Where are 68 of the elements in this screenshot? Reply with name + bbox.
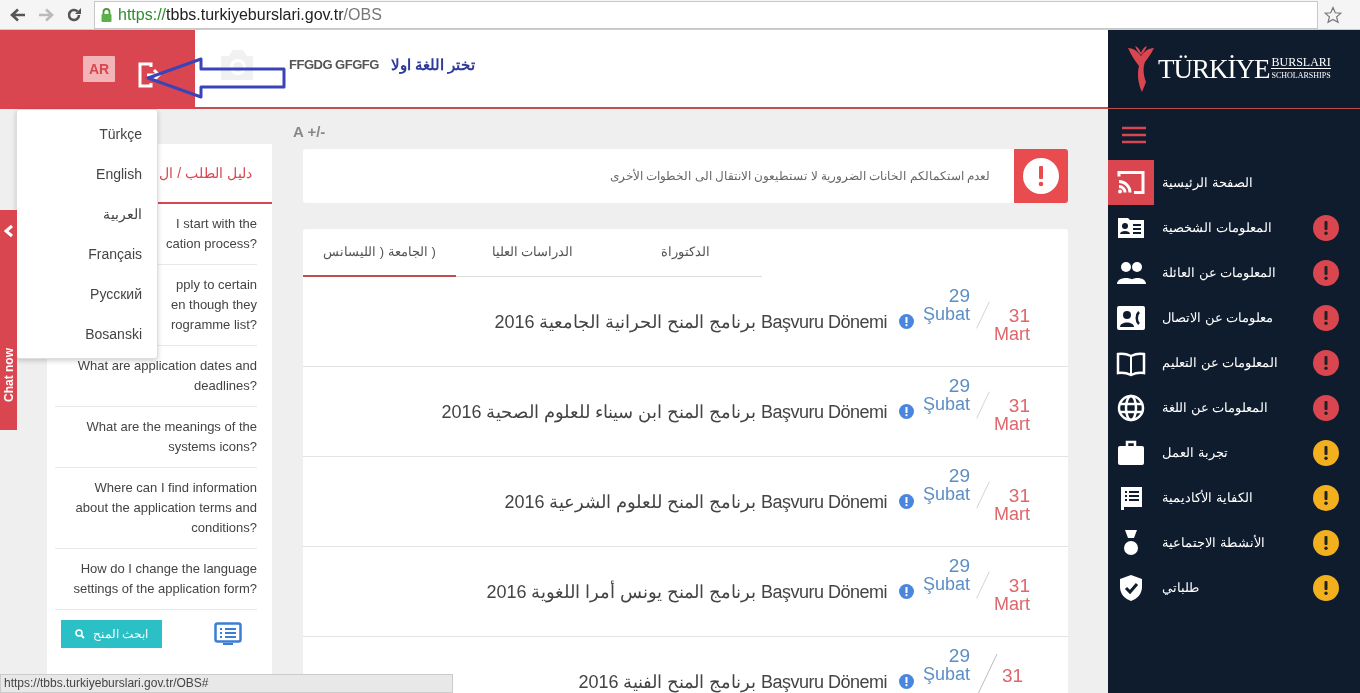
sidebar-item[interactable]: المعلومات عن العائلة	[1108, 250, 1360, 295]
alert-icon	[1023, 158, 1059, 194]
info-icon[interactable]	[899, 404, 914, 419]
logo-text: BURSLARI	[1271, 57, 1331, 69]
tab[interactable]: الدراسات العليا	[456, 229, 609, 277]
language-option[interactable]: Русский	[17, 274, 157, 314]
end-day: 31	[1008, 397, 1030, 415]
end-month: Mart	[994, 595, 1030, 613]
end-day: 31	[1008, 487, 1030, 505]
start-month: Şubat	[922, 395, 970, 413]
info-icon[interactable]	[899, 494, 914, 509]
address-bar[interactable]: https://tbbs.turkiyeburslari.gov.tr/OBS	[94, 0, 1318, 29]
date-separator	[976, 653, 998, 693]
faq-question[interactable]: How do I change the language settings of the application form?	[55, 549, 257, 610]
info-icon[interactable]	[899, 674, 914, 689]
info-icon[interactable]	[899, 314, 914, 329]
sidebar-item[interactable]: طلباتي	[1108, 565, 1360, 610]
sidebar-item[interactable]: المعلومات الشخصية	[1108, 205, 1360, 250]
faq-question[interactable]: Where can I find information about the application terms and conditions?	[55, 468, 257, 549]
chat-tab[interactable]: Chat now	[0, 210, 17, 430]
sidebar-item[interactable]: المعلومات عن التعليم	[1108, 340, 1360, 385]
annotation-text: تختر اللغة اولا	[390, 55, 476, 74]
end-month: Mart	[994, 415, 1030, 433]
start-month: Şubat	[922, 485, 970, 503]
menu-icon[interactable]	[1122, 126, 1146, 144]
reload-icon[interactable]	[66, 6, 82, 23]
start-month: Şubat	[922, 575, 970, 593]
list-icon[interactable]	[214, 622, 242, 646]
sidebar-item[interactable]: تجربة العمل	[1108, 430, 1360, 475]
end-month: Mart	[994, 325, 1030, 343]
chevron-left-icon	[3, 224, 14, 238]
star-icon[interactable]	[1324, 5, 1342, 24]
program-title[interactable]: Başvuru Dönemi برنامج المنح يونس أمرا اللغوية 2016	[486, 581, 887, 602]
sidebar-item[interactable]: الأنشطة الاجتماعية	[1108, 520, 1360, 565]
info-icon[interactable]	[899, 584, 914, 599]
lock-icon	[101, 7, 112, 22]
start-day: 29	[948, 287, 970, 305]
start-day: 29	[948, 467, 970, 485]
start-month: Şubat	[922, 665, 970, 683]
tab[interactable]: الدكتوراة	[609, 229, 762, 277]
start-day: 29	[948, 647, 970, 665]
sidebar-item[interactable]: الصفحة الرئيسية	[1108, 160, 1360, 205]
end-day: 31	[1008, 577, 1030, 595]
start-month: Şubat	[922, 305, 970, 323]
end-month: Mart	[994, 505, 1030, 523]
program-title[interactable]: Başvuru Dönemi برنامج المنح الفنية 2016	[578, 671, 887, 692]
start-day: 29	[948, 557, 970, 575]
sidebar-item[interactable]: الكفاية الأكاديمية	[1108, 475, 1360, 520]
search-icon	[75, 629, 85, 639]
logo-wordmark: TÜRKİYE	[1158, 53, 1270, 85]
logo-subtext: SCHOLARSHIPS	[1271, 70, 1331, 81]
faq-question[interactable]: What are the meanings of the systems icons?	[55, 407, 257, 468]
status-bar: https://tbbs.turkiyeburslari.gov.tr/OBS#	[0, 674, 453, 693]
program-title[interactable]: Başvuru Dönemi برنامج المنح الحرانية الجامعية 2016	[494, 311, 887, 332]
start-day: 29	[948, 377, 970, 395]
tulip-logo-icon	[1126, 44, 1156, 94]
back-icon[interactable]	[10, 7, 26, 22]
user-name: FFGDG GFGFG	[289, 57, 379, 72]
program-title[interactable]: Başvuru Dönemi برنامج المنح ابن سيناء للعلوم الصحية 2016	[441, 401, 887, 422]
sidebar-item[interactable]: المعلومات عن اللغة	[1108, 385, 1360, 430]
tab[interactable]: ( الجامعة ( الليسانس	[303, 229, 456, 277]
sidebar-item[interactable]: معلومات عن الاتصال	[1108, 295, 1360, 340]
program-title[interactable]: Başvuru Dönemi برنامج المنح للعلوم الشرعية 2016	[504, 491, 887, 512]
logout-icon[interactable]	[137, 60, 161, 89]
end-day: 31	[1008, 307, 1030, 325]
end-day: 31	[1002, 667, 1024, 685]
language-option[interactable]: Français	[17, 234, 157, 274]
alert-message: لعدم استكمالكم الخانات الضرورية لا تستطيعون الانتقال الى الخطوات الأخرى	[610, 169, 991, 183]
